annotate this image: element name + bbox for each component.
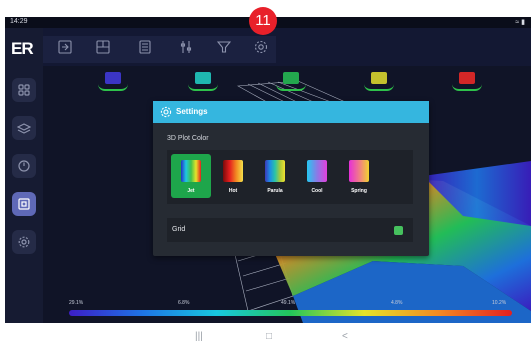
home-button[interactable]: □ <box>266 331 272 342</box>
colormap-label: Cool <box>311 188 323 194</box>
status-time: 14:29 <box>10 18 28 25</box>
settings-icon <box>160 106 172 118</box>
series-chip-1[interactable] <box>195 72 211 84</box>
colorbar-tick: 10.2% <box>492 300 507 306</box>
toolbar-sliders-button[interactable] <box>177 38 195 56</box>
colorbar-tick: 49.1% <box>281 300 296 306</box>
series-chip-underline <box>276 84 306 91</box>
settings-icon <box>18 236 30 248</box>
colorbar-gradient <box>69 310 512 316</box>
colorbar-tick: 4.8% <box>391 300 403 306</box>
grid-label: Grid <box>172 226 186 233</box>
dialog-title: Settings <box>176 107 208 116</box>
dialog-header: Settings <box>153 101 429 123</box>
toolbar-group <box>43 36 276 63</box>
series-chip-0[interactable] <box>105 72 121 84</box>
colormap-label: Jet <box>187 188 195 194</box>
series-chip-underline <box>452 84 482 91</box>
colormap-option-cool[interactable]: Cool <box>297 154 337 198</box>
grid-toggle[interactable] <box>394 226 403 235</box>
series-chip-4[interactable] <box>459 72 475 84</box>
spring-preview <box>349 160 369 182</box>
series-chip-underline <box>98 84 128 91</box>
signal-icon: ≈ ▮ <box>515 19 525 26</box>
filter-icon <box>217 41 231 53</box>
sidebar: ER <box>5 28 43 323</box>
hot-preview <box>223 160 243 182</box>
colorbar-tick: 29.1% <box>69 300 84 306</box>
jet-preview <box>181 160 201 182</box>
colormap-option-jet[interactable]: Jet <box>171 154 211 198</box>
recents-button[interactable]: ||| <box>195 331 203 342</box>
colorbar-tick: 6.8% <box>178 300 190 306</box>
sidebar-item-layers[interactable] <box>12 116 36 140</box>
speed-icon <box>18 160 30 172</box>
colormap-options: Jet Hot Parula Cool Spring <box>167 150 413 204</box>
layout-icon <box>96 40 110 54</box>
sliders-icon <box>180 41 192 53</box>
colormap-option-spring[interactable]: Spring <box>339 154 379 198</box>
toolbar-settings-button[interactable] <box>252 38 270 56</box>
cool-preview <box>307 160 327 182</box>
sidebar-item-grid[interactable] <box>12 78 36 102</box>
layers-icon <box>17 123 31 134</box>
plot-color-label: 3D Plot Color <box>167 135 209 142</box>
toolbar-import-button[interactable] <box>56 38 74 56</box>
toolbar-layout-button[interactable] <box>94 38 112 56</box>
import-icon <box>58 40 72 54</box>
colormap-option-parula[interactable]: Parula <box>255 154 295 198</box>
app-logo: ER <box>11 39 34 58</box>
colormap-label: Spring <box>351 188 367 194</box>
series-chip-underline <box>364 84 394 91</box>
colormap-label: Parula <box>267 188 283 194</box>
toolbar-filter-button[interactable] <box>215 38 233 56</box>
parula-preview <box>265 160 285 182</box>
colormap-label: Hot <box>228 188 238 194</box>
colormap-option-hot[interactable]: Hot <box>213 154 253 198</box>
settings-dialog: Settings 3D Plot Color Jet Hot Parula Co… <box>153 101 429 256</box>
back-button[interactable]: < <box>342 331 348 342</box>
sidebar-item-plot-3d[interactable] <box>12 192 36 216</box>
callout-badge: 11 <box>249 7 277 35</box>
series-chip-2[interactable] <box>283 72 299 84</box>
grid-icon <box>18 84 30 96</box>
calculator-icon <box>139 40 151 54</box>
sidebar-item-settings[interactable] <box>12 230 36 254</box>
toolbar-calculator-button[interactable] <box>136 38 154 56</box>
series-chip-underline <box>188 84 218 91</box>
sidebar-item-speed[interactable] <box>12 154 36 178</box>
settings-icon <box>254 40 268 54</box>
series-chip-3[interactable] <box>371 72 387 84</box>
plot-3d-icon <box>18 198 30 210</box>
grid-setting-row: Grid <box>167 218 413 242</box>
system-nav-bar: ||| □ < <box>0 323 531 348</box>
